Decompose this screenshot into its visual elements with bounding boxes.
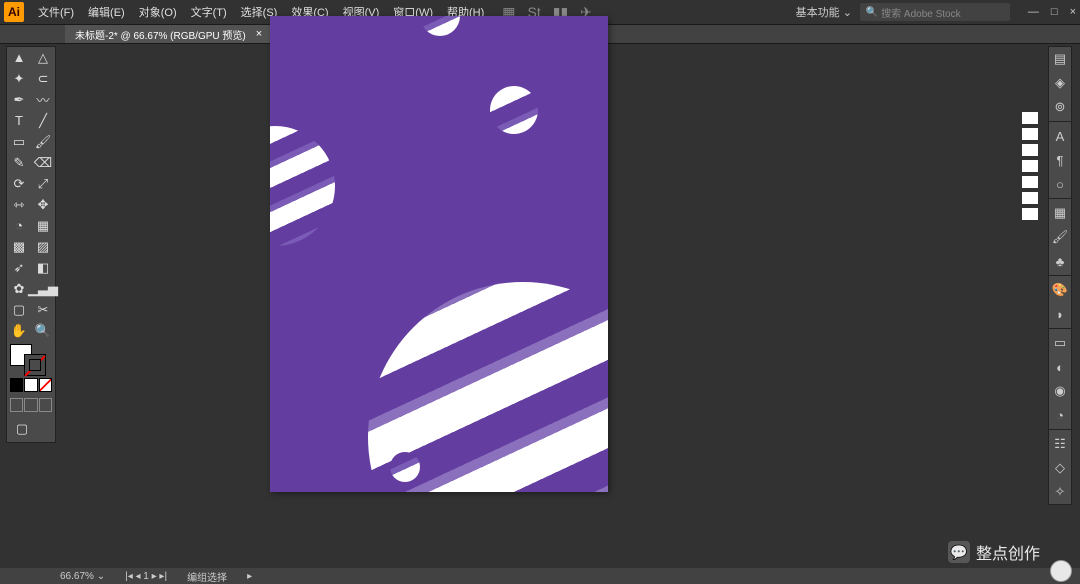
color-guide-panel-icon[interactable]: ◗ xyxy=(1049,302,1071,326)
workspace-switcher[interactable]: 基本功能 ⌄ xyxy=(796,4,852,20)
minimize-button[interactable]: — xyxy=(1028,6,1039,18)
layers-panel-icon[interactable]: ◈ xyxy=(1049,71,1071,95)
status-play-icon[interactable]: ▸ xyxy=(247,571,252,582)
brush-tool[interactable]: 🖌 xyxy=(31,131,55,152)
draw-inside[interactable] xyxy=(39,398,52,412)
width-tool[interactable]: ⇿ xyxy=(7,194,31,215)
close-button[interactable]: × xyxy=(1070,6,1076,18)
transparency-panel-icon[interactable]: ◐ xyxy=(1049,355,1071,379)
menu-type[interactable]: 文字(T) xyxy=(185,0,233,24)
glyphs-panel-icon[interactable]: ○ xyxy=(1049,172,1071,196)
search-icon: 🔍 xyxy=(866,7,878,18)
color-panel-icon[interactable]: 🎨 xyxy=(1049,278,1071,302)
tab-title: 未标题-2* @ 66.67% (RGB/GPU 预览) xyxy=(75,27,246,42)
document-tab[interactable]: 未标题-2* @ 66.67% (RGB/GPU 预览) × xyxy=(65,25,272,43)
line-tool[interactable]: ╱ xyxy=(31,110,55,131)
status-bar: 66.67% ⌄ |◂ ◂ 1 ▸ ▸| 编组选择 ▸ xyxy=(0,568,1080,584)
white-chip-stack xyxy=(1022,112,1038,220)
symbols-panel-icon[interactable]: ♣ xyxy=(1049,249,1071,273)
slice-tool[interactable]: ✂ xyxy=(31,299,55,320)
white-chip[interactable] xyxy=(1022,192,1038,204)
graphic-styles-panel-icon[interactable]: ◔ xyxy=(1049,403,1071,427)
draw-behind[interactable] xyxy=(24,398,37,412)
hand-tool[interactable]: ✋ xyxy=(7,320,31,341)
white-chip[interactable] xyxy=(1022,144,1038,156)
pathfinder-panel-icon[interactable]: ◇ xyxy=(1049,456,1071,480)
draw-modes xyxy=(10,398,52,412)
direct-select-tool[interactable]: △ xyxy=(31,47,55,68)
align-panel-icon[interactable]: ☷ xyxy=(1049,432,1071,456)
screen-mode[interactable]: ▢ xyxy=(10,418,34,439)
zoom-tool[interactable]: 🔍 xyxy=(31,320,55,341)
properties-panel-icon[interactable]: ▤ xyxy=(1049,47,1071,71)
eraser-tool[interactable]: ⌫ xyxy=(31,152,55,173)
stroke-swatch[interactable] xyxy=(24,354,46,376)
selection-tool[interactable]: ▲ xyxy=(7,47,31,68)
swatches-panel-icon[interactable]: ▦ xyxy=(1049,201,1071,225)
wand-tool[interactable]: ✦ xyxy=(7,68,31,89)
shaper-tool[interactable]: ✎ xyxy=(7,152,31,173)
eyedropper-tool[interactable]: ➶ xyxy=(7,257,31,278)
toolbox: ▲△✦⊂✒〰T╱▭🖌✎⌫⟳⤢⇿✥◔▦▩▨➶◧✿▁▃▅▢✂✋🔍 ▢ xyxy=(6,46,56,443)
zoom-level[interactable]: 66.67% ⌄ xyxy=(60,571,105,582)
transform-panel-icon[interactable]: ✧ xyxy=(1049,480,1071,504)
scale-tool[interactable]: ⤢ xyxy=(31,173,55,194)
menu-edit[interactable]: 编辑(E) xyxy=(82,0,131,24)
paragraph-panel-icon[interactable]: ¶ xyxy=(1049,148,1071,172)
menu-object[interactable]: 对象(O) xyxy=(133,0,183,24)
avatar xyxy=(1050,560,1072,582)
maximize-button[interactable]: □ xyxy=(1051,6,1058,18)
blend-tool[interactable]: ◧ xyxy=(31,257,55,278)
sphere-small-bottom[interactable] xyxy=(390,452,420,482)
mini-swatches xyxy=(10,378,52,392)
mini-sw-white[interactable] xyxy=(24,378,37,392)
sphere-mid-right[interactable] xyxy=(490,86,538,134)
mini-sw-none[interactable] xyxy=(39,378,52,392)
artboard[interactable] xyxy=(270,16,608,492)
lasso-tool[interactable]: ⊂ xyxy=(31,68,55,89)
artboard-tool[interactable]: ▢ xyxy=(7,299,31,320)
white-chip[interactable] xyxy=(1022,128,1038,140)
menu-file[interactable]: 文件(F) xyxy=(32,0,80,24)
brushes-panel-icon[interactable]: 🖌 xyxy=(1049,225,1071,249)
pen-tool[interactable]: ✒ xyxy=(7,89,31,110)
curvature-tool[interactable]: 〰 xyxy=(31,89,55,110)
wechat-icon: 💬 xyxy=(948,541,970,563)
cc-libraries-panel-icon[interactable]: ⊚ xyxy=(1049,95,1071,119)
type-tool[interactable]: T xyxy=(7,110,31,131)
gradient-tool[interactable]: ▨ xyxy=(31,236,55,257)
white-chip[interactable] xyxy=(1022,176,1038,188)
tab-close-button[interactable]: × xyxy=(256,28,262,40)
free-tool[interactable]: ✥ xyxy=(31,194,55,215)
rotate-tool[interactable]: ⟳ xyxy=(7,173,31,194)
white-chip[interactable] xyxy=(1022,112,1038,124)
status-label: 编组选择 xyxy=(187,569,227,584)
chevron-down-icon: ⌄ xyxy=(843,7,852,19)
fill-stroke-swatch[interactable] xyxy=(10,344,46,376)
perspective-tool[interactable]: ▦ xyxy=(31,215,55,236)
mini-sw-black[interactable] xyxy=(10,378,23,392)
window-controls: — □ × xyxy=(1028,6,1076,18)
shape-builder-tool[interactable]: ◔ xyxy=(7,215,31,236)
appearance-panel-icon[interactable]: ◉ xyxy=(1049,379,1071,403)
sphere-top[interactable] xyxy=(420,16,460,36)
character-panel-icon[interactable]: A xyxy=(1049,124,1071,148)
search-input[interactable]: 🔍 搜索 Adobe Stock xyxy=(860,3,1010,21)
right-panel-dock: ▤◈⊚ A¶○ ▦🖌♣ 🎨◗ ▭◐◉◔ ☷◇✧ xyxy=(1048,46,1072,505)
draw-normal[interactable] xyxy=(10,398,23,412)
rect-tool[interactable]: ▭ xyxy=(7,131,31,152)
sphere-left[interactable] xyxy=(270,126,335,246)
graph-tool[interactable]: ▁▃▅ xyxy=(31,278,55,299)
app-logo: Ai xyxy=(4,2,24,22)
watermark: 💬 整点创作 xyxy=(948,540,1040,564)
artboard-nav[interactable]: |◂ ◂ 1 ▸ ▸| xyxy=(125,571,167,582)
white-chip[interactable] xyxy=(1022,208,1038,220)
stroke-panel-icon[interactable]: ▭ xyxy=(1049,331,1071,355)
white-chip[interactable] xyxy=(1022,160,1038,172)
mesh-tool[interactable]: ▩ xyxy=(7,236,31,257)
